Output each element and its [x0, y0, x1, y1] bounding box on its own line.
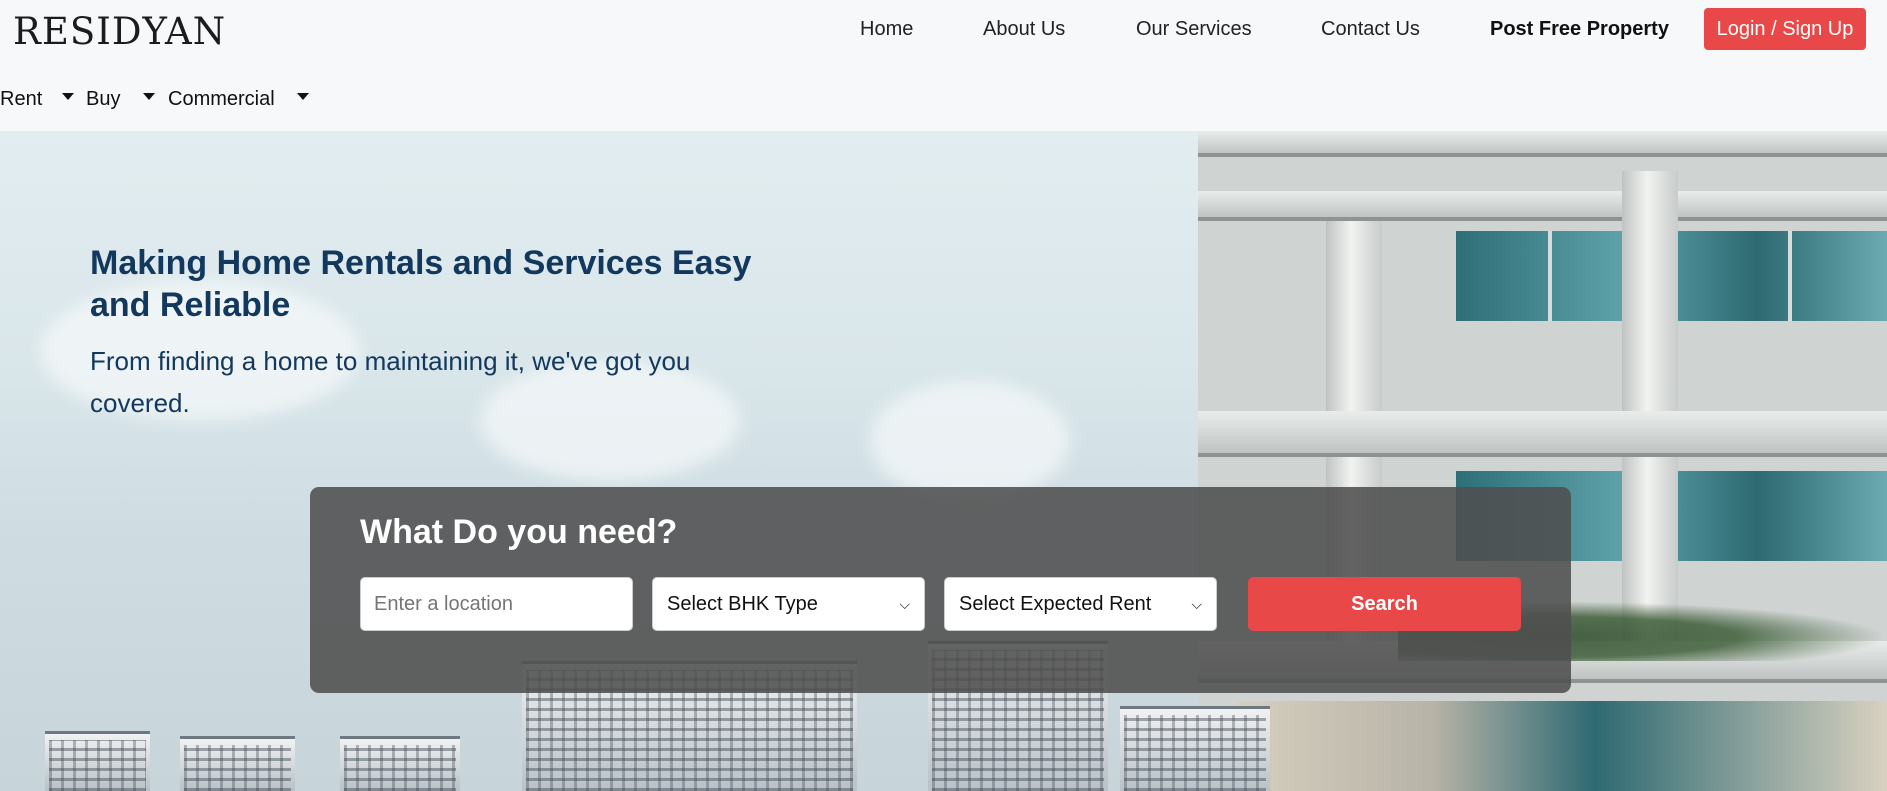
- floor-slab: [1198, 191, 1887, 221]
- building-column: [1326, 221, 1382, 411]
- subnav-commercial[interactable]: Commercial: [168, 88, 275, 111]
- expected-rent-select[interactable]: Select Expected Rent ⌵: [944, 577, 1217, 631]
- search-button[interactable]: Search: [1248, 577, 1521, 631]
- hero-subtitle: From finding a home to maintaining it, w…: [90, 346, 691, 418]
- search-heading: What Do you need?: [360, 513, 678, 551]
- nav-about-link[interactable]: About Us: [983, 18, 1065, 41]
- subnav-rent[interactable]: Rent: [0, 88, 42, 111]
- buy-caret-icon[interactable]: [143, 93, 155, 100]
- window-mullion: [1548, 231, 1552, 321]
- expected-rent-value: Select Expected Rent: [959, 592, 1152, 615]
- brand-logo[interactable]: RESIDYAN: [13, 10, 226, 53]
- login-signup-button[interactable]: Login / Sign Up: [1704, 8, 1866, 50]
- window-mullion: [1788, 231, 1792, 321]
- nav-home-link[interactable]: Home: [860, 18, 913, 41]
- city-tower: [180, 736, 295, 791]
- building-column: [1622, 171, 1678, 411]
- city-tower: [1120, 706, 1270, 791]
- bhk-type-select[interactable]: Select BHK Type ⌵: [652, 577, 925, 631]
- cloud-decoration: [870, 381, 1070, 501]
- floor-slab: [1198, 131, 1887, 157]
- building-windows: [1238, 701, 1887, 791]
- nav-contact-link[interactable]: Contact Us: [1321, 18, 1420, 41]
- location-input[interactable]: [360, 577, 633, 631]
- rent-caret-icon[interactable]: [62, 93, 74, 100]
- post-free-property-link[interactable]: Post Free Property: [1490, 18, 1669, 41]
- top-navbar: RESIDYAN Home About Us Our Services Cont…: [0, 0, 1887, 60]
- hero-title: Making Home Rentals and Services Easy an…: [90, 244, 752, 324]
- search-panel: What Do you need? Select BHK Type ⌵ Sele…: [310, 487, 1571, 693]
- city-tower: [340, 736, 460, 791]
- chevron-down-icon: ⌵: [899, 595, 910, 612]
- chevron-down-icon: ⌵: [1191, 595, 1202, 612]
- floor-slab: [1198, 411, 1887, 457]
- subnav-buy[interactable]: Buy: [86, 88, 120, 111]
- bhk-type-value: Select BHK Type: [667, 592, 818, 615]
- nav-services-link[interactable]: Our Services: [1136, 18, 1252, 41]
- city-tower: [45, 731, 150, 791]
- commercial-caret-icon[interactable]: [297, 93, 309, 100]
